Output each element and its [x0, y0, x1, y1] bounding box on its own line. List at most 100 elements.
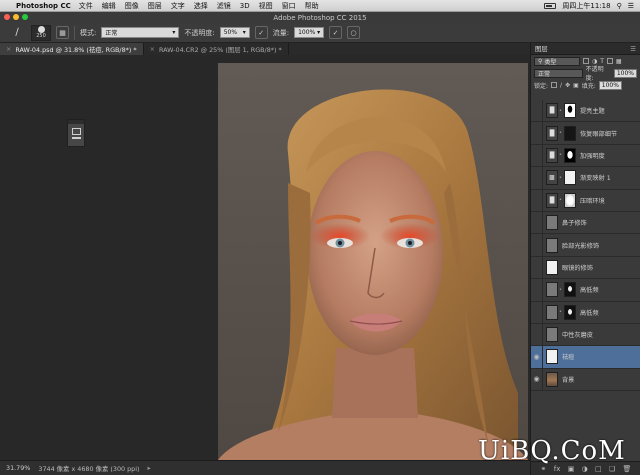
- layer-name[interactable]: 高低频: [580, 308, 599, 317]
- layer-mask-thumbnail[interactable]: [564, 170, 576, 186]
- layer-thumbnail[interactable]: [546, 327, 558, 343]
- panel-menu-icon[interactable]: ☰: [630, 45, 636, 53]
- layer-mask-thumbnail[interactable]: [564, 147, 576, 163]
- visibility-toggle[interactable]: [531, 189, 543, 212]
- canvas-area[interactable]: [0, 55, 530, 460]
- layer-fill-field[interactable]: 100%: [598, 80, 622, 90]
- layer-name[interactable]: 高低频: [580, 285, 599, 294]
- visibility-toggle[interactable]: [531, 323, 543, 346]
- menu-item-select[interactable]: 选择: [194, 1, 208, 11]
- layer-name[interactable]: 渐变映射 1: [580, 173, 611, 182]
- battery-icon[interactable]: [544, 3, 557, 9]
- layer-name[interactable]: 恢复眼部细节: [580, 129, 617, 138]
- visibility-toggle[interactable]: [531, 166, 543, 189]
- menu-item-type[interactable]: 文字: [171, 1, 185, 11]
- list-icon[interactable]: ☰: [628, 2, 634, 10]
- layer-row[interactable]: 鼻子修饰: [531, 211, 640, 235]
- visibility-toggle[interactable]: [531, 122, 543, 145]
- visibility-toggle[interactable]: [531, 278, 543, 301]
- layer-name[interactable]: 眼镜的修饰: [562, 263, 593, 272]
- layer-mask-thumbnail[interactable]: [564, 282, 576, 298]
- layer-name[interactable]: 加强明度: [580, 151, 605, 160]
- visibility-toggle[interactable]: [531, 99, 543, 122]
- filter-smart-icon[interactable]: ▦: [616, 58, 622, 65]
- brush-tool-icon[interactable]: ∕: [8, 25, 26, 41]
- document-tab[interactable]: × RAW-04.CR2 @ 25% (图层 1, RGB/8*) *: [144, 43, 289, 55]
- menu-clock[interactable]: 周四上午11:18: [562, 1, 610, 11]
- layer-mask-thumbnail[interactable]: [564, 125, 576, 141]
- lock-paint-icon[interactable]: ∕: [560, 82, 562, 89]
- layer-row[interactable]: █ • 加强明度: [531, 144, 640, 168]
- brush-panel-icon[interactable]: ▦: [56, 26, 69, 39]
- search-icon[interactable]: ⚲: [617, 2, 622, 10]
- menu-item-help[interactable]: 帮助: [305, 1, 319, 11]
- visibility-toggle[interactable]: [531, 211, 543, 234]
- menu-item-image[interactable]: 图像: [125, 1, 139, 11]
- lock-all-icon[interactable]: ▣: [573, 82, 579, 89]
- menu-item-window[interactable]: 窗口: [282, 1, 296, 11]
- close-icon[interactable]: ×: [6, 45, 11, 53]
- layer-mask-thumbnail[interactable]: [564, 103, 576, 119]
- brush-preset-picker[interactable]: 250: [31, 24, 51, 41]
- layer-mask-thumbnail[interactable]: [564, 304, 576, 320]
- layer-name[interactable]: 脸部光影修饰: [562, 241, 599, 250]
- opacity-field[interactable]: 50% ▾: [219, 27, 250, 38]
- layer-opacity-field[interactable]: 100%: [613, 68, 637, 78]
- visibility-toggle[interactable]: [531, 256, 543, 279]
- layer-thumbnail[interactable]: [546, 349, 558, 365]
- pressure-opacity-icon[interactable]: ✓: [254, 26, 268, 39]
- layer-row[interactable]: 脸部光影修饰: [531, 234, 640, 257]
- layer-thumbnail[interactable]: [546, 215, 558, 231]
- layer-thumbnail[interactable]: [546, 304, 558, 320]
- close-window-icon[interactable]: [4, 14, 10, 20]
- lock-transparent-icon[interactable]: [551, 82, 558, 88]
- layer-row[interactable]: █ • 提亮主题: [531, 99, 640, 123]
- visibility-toggle[interactable]: [531, 234, 543, 257]
- airbrush-icon[interactable]: ✓: [329, 26, 343, 39]
- mode-select[interactable]: 正常 ▾: [101, 27, 180, 38]
- layers-panel-header[interactable]: 图层 ☰: [531, 43, 640, 55]
- layer-thumbnail[interactable]: [546, 259, 558, 275]
- close-icon[interactable]: ×: [150, 45, 155, 53]
- layer-name[interactable]: 提亮主题: [580, 106, 605, 115]
- layer-thumbnail[interactable]: [546, 371, 558, 387]
- document-tab-active[interactable]: × RAW-04.psd @ 31.8% (祛痘, RGB/8*) *: [0, 43, 144, 55]
- document-image[interactable]: [218, 63, 528, 460]
- zoom-level[interactable]: 31.79%: [6, 464, 30, 472]
- panel-icon[interactable]: [71, 128, 81, 135]
- zoom-window-icon[interactable]: [22, 14, 28, 20]
- lock-move-icon[interactable]: ✥: [565, 82, 570, 89]
- layer-name[interactable]: 祛痘: [562, 352, 574, 361]
- layer-name[interactable]: 背景: [562, 375, 574, 384]
- layer-thumbnail[interactable]: [546, 237, 558, 253]
- layer-row-selected[interactable]: ◉ 祛痘: [531, 346, 640, 369]
- menu-item-layer[interactable]: 图层: [148, 1, 162, 11]
- layer-row[interactable]: 眼镜的修饰: [531, 256, 640, 280]
- floating-panel[interactable]: [67, 119, 85, 147]
- layer-row[interactable]: • 高低频: [531, 278, 640, 302]
- menu-item-edit[interactable]: 编辑: [102, 1, 116, 11]
- panel-title[interactable]: 图层: [535, 44, 548, 53]
- menu-item-file[interactable]: 文件: [79, 1, 93, 11]
- pressure-size-icon[interactable]: ○: [347, 26, 361, 39]
- menu-item-3d[interactable]: 3D: [240, 2, 250, 10]
- visibility-toggle[interactable]: [531, 301, 543, 324]
- app-menu[interactable]: Photoshop CC: [16, 2, 71, 10]
- layer-row[interactable]: ▩ • 渐变映射 1: [531, 166, 640, 190]
- visibility-toggle[interactable]: [531, 144, 543, 167]
- layer-row[interactable]: ◉ 背景: [531, 368, 640, 392]
- layer-mask-thumbnail[interactable]: [564, 192, 576, 208]
- eye-icon[interactable]: ◉: [531, 368, 543, 391]
- layer-name[interactable]: 压暗环境: [580, 196, 605, 205]
- layer-row[interactable]: • 高低频: [531, 301, 640, 324]
- menu-item-view[interactable]: 视图: [259, 1, 273, 11]
- layer-row[interactable]: █ • 压暗环境: [531, 189, 640, 212]
- layer-row[interactable]: 中性灰磨皮: [531, 323, 640, 347]
- menu-item-filter[interactable]: 滤镜: [217, 1, 231, 11]
- minimize-window-icon[interactable]: [13, 14, 19, 20]
- blend-mode-select[interactable]: 正常: [534, 68, 583, 78]
- flow-field[interactable]: 100% ▾: [294, 27, 325, 38]
- panel-header[interactable]: [68, 120, 84, 124]
- layer-row[interactable]: █ • 恢复眼部细节: [531, 122, 640, 145]
- layer-filter-select[interactable]: ⚲ 类型: [534, 56, 580, 66]
